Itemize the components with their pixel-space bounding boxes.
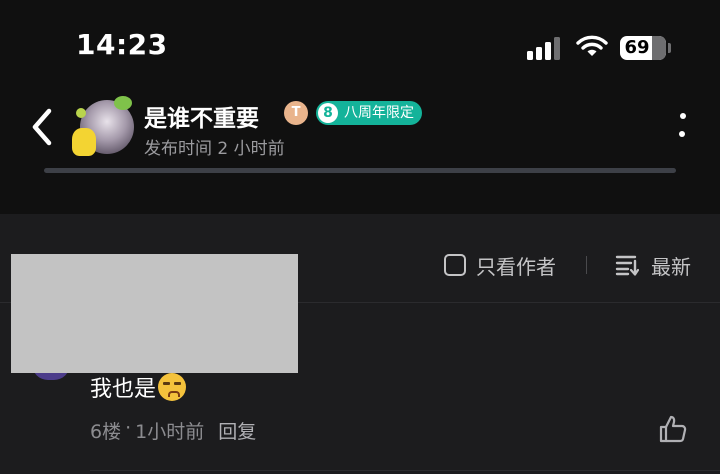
author-username[interactable]: 是谁不重要 [144,99,259,133]
comment-text: 我也是 [90,377,157,402]
status-time: 14:23 [76,28,168,61]
comment-floor: 6楼 [90,421,122,443]
more-options-icon[interactable] [672,110,692,142]
reply-button[interactable]: 回复 [218,417,256,444]
sort-label: 最新 [651,254,691,279]
thumbs-up-icon[interactable] [658,414,688,444]
filter-divider [586,256,587,274]
battery-level: 69 [624,37,650,58]
battery-icon: 69 [620,36,666,60]
wifi-icon [576,35,608,56]
anniversary-badge: 8 八周年限定 [316,101,422,125]
only-author-label: 只看作者 [476,254,556,279]
checkbox-icon[interactable] [444,254,466,276]
comment-meta: 6楼 · 1小时前 回复 [90,417,256,444]
redacted-region [11,254,298,373]
back-chevron-icon[interactable] [30,108,54,146]
cellular-signal-icon [527,36,563,60]
comment-divider [90,470,720,471]
avatar-frame-decoration [72,128,96,156]
post-time: 发布时间 2 小时前 [144,139,285,159]
anniversary-badge-label: 八周年限定 [344,105,414,121]
level-badge: T [284,101,308,125]
sort-button[interactable]: 最新 [615,252,691,279]
sort-list-icon [615,255,639,276]
header-divider [44,168,676,173]
anniversary-badge-number: 8 [318,103,338,123]
only-author-toggle[interactable]: 只看作者 [444,252,556,279]
meta-separator: · [125,417,132,439]
avatar-frame-decoration [76,108,86,118]
emoji-icon [158,373,187,401]
avatar-frame-decoration [114,96,132,110]
comment-body: 我也是 [90,371,187,403]
comment-time: 1小时前 [135,421,205,443]
battery-tip [668,43,671,53]
